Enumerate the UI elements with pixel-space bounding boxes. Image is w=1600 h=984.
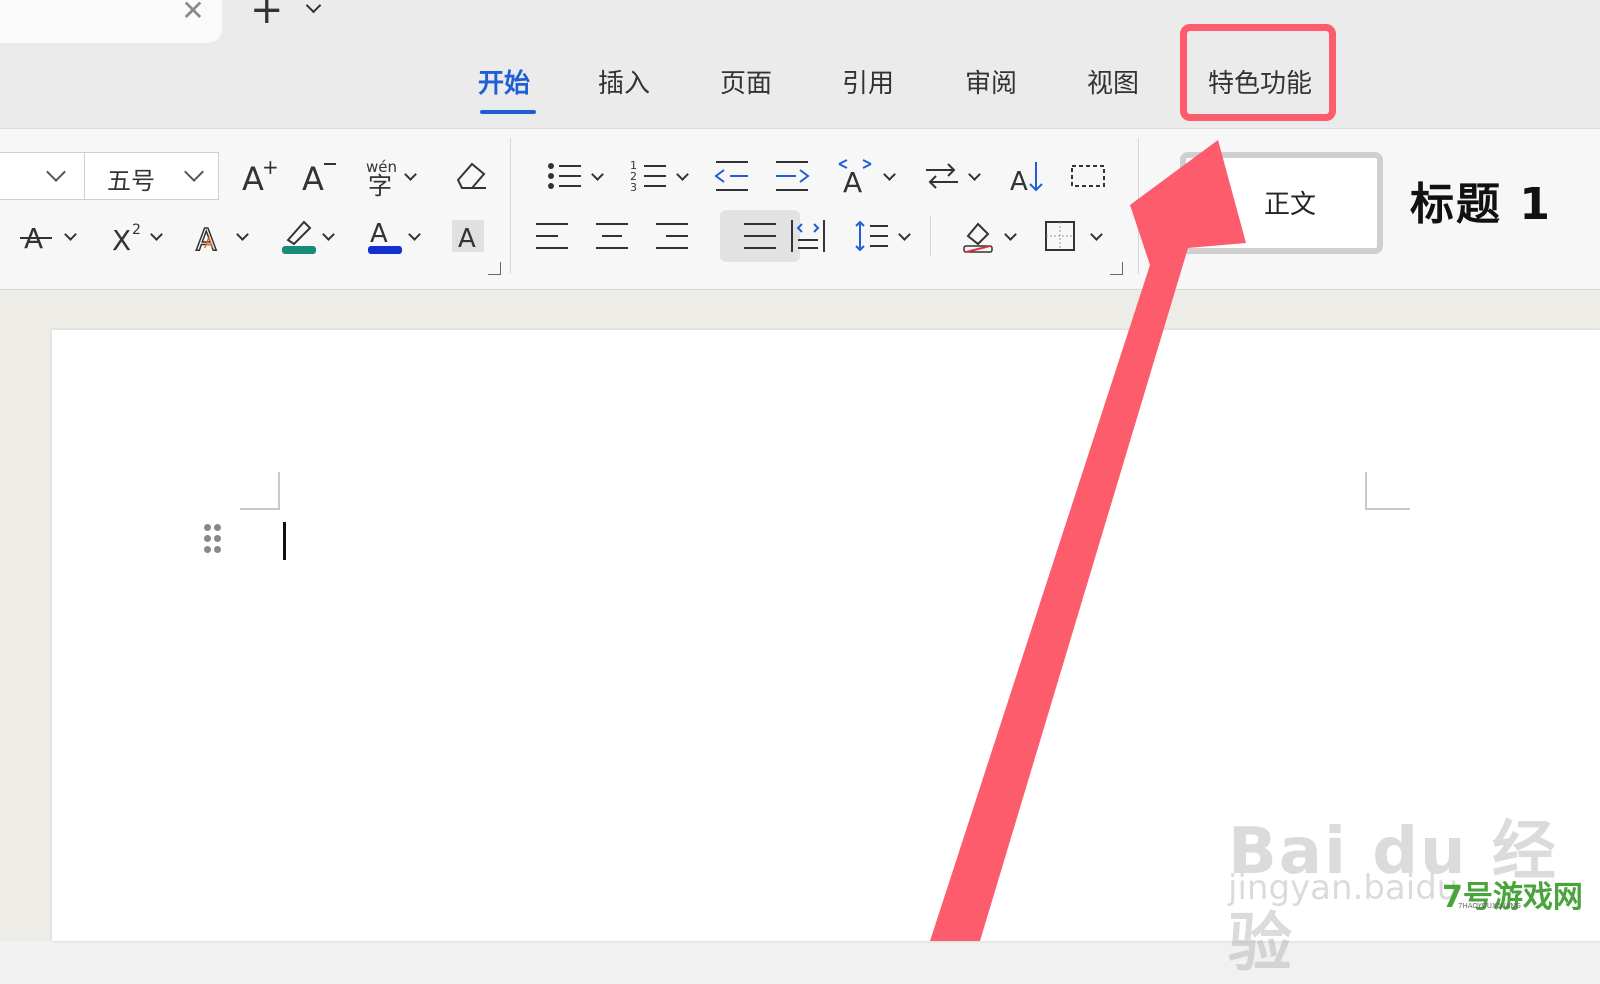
- ltr-rtl-icon[interactable]: [912, 148, 981, 204]
- paragraph-shading-icon[interactable]: [948, 208, 1017, 264]
- active-tab-indicator: [480, 110, 536, 114]
- highlighter-icon[interactable]: [268, 208, 335, 264]
- menu-bar: [0, 48, 1600, 128]
- align-left-icon[interactable]: [522, 208, 582, 264]
- watermark-game-subtext: 7HAOYOUXIWANG: [1458, 902, 1521, 910]
- crop-mark: [278, 472, 280, 510]
- svg-text:A: A: [242, 160, 264, 198]
- svg-text:3: 3: [630, 181, 637, 194]
- decrease-font-size-icon[interactable]: A: [290, 148, 350, 204]
- tab-page[interactable]: 页面: [720, 64, 772, 104]
- svg-text:A: A: [302, 160, 324, 198]
- numbered-list-icon[interactable]: 123: [620, 148, 689, 204]
- tab-home[interactable]: 开始: [478, 64, 530, 104]
- tab-references[interactable]: 引用: [842, 64, 894, 104]
- ribbon-separator: [930, 216, 931, 256]
- text-effect-icon[interactable]: AA: [182, 208, 249, 264]
- svg-text:A: A: [458, 224, 476, 254]
- chevron-down-icon: [46, 162, 66, 182]
- align-center-icon[interactable]: [582, 208, 642, 264]
- svg-text:A: A: [370, 219, 388, 249]
- align-right-icon[interactable]: [642, 208, 702, 264]
- font-dialog-launcher-icon[interactable]: [488, 262, 501, 275]
- text-direction-icon[interactable]: A: [825, 148, 896, 204]
- tab-insert[interactable]: 插入: [598, 64, 650, 104]
- style-normal[interactable]: 正文: [1180, 152, 1383, 254]
- crop-mark: [1365, 508, 1410, 510]
- increase-indent-icon[interactable]: [762, 148, 822, 204]
- crop-mark: [1365, 472, 1367, 510]
- show-hide-marks-icon[interactable]: [1058, 148, 1118, 204]
- crop-mark: [240, 508, 280, 510]
- svg-text:A: A: [843, 166, 862, 199]
- new-tab-chevron-down-icon[interactable]: [305, 0, 324, 18]
- decrease-indent-icon[interactable]: [702, 148, 762, 204]
- svg-text:A: A: [204, 236, 214, 252]
- font-size-value: 五号: [107, 167, 155, 195]
- chevron-down-icon: [184, 162, 204, 182]
- svg-text:字: 字: [368, 172, 392, 200]
- superscript-icon[interactable]: X2: [98, 208, 163, 264]
- style-normal-label: 正文: [1264, 190, 1317, 220]
- new-tab-button[interactable]: +: [250, 0, 284, 30]
- sort-icon[interactable]: A: [998, 148, 1058, 204]
- title-bar: [0, 0, 1600, 48]
- svg-text:X: X: [112, 224, 131, 257]
- tab-review[interactable]: 审阅: [965, 64, 1017, 104]
- svg-text:A: A: [1010, 167, 1028, 197]
- ribbon-separator: [510, 138, 511, 274]
- drag-handle-icon[interactable]: [202, 522, 224, 556]
- strikethrough-icon[interactable]: A: [8, 208, 77, 264]
- tab-view[interactable]: 视图: [1087, 64, 1139, 104]
- increase-font-size-icon[interactable]: A +: [230, 148, 290, 204]
- svg-text:2: 2: [132, 222, 141, 238]
- phonetic-guide-icon[interactable]: wén 字: [356, 148, 417, 204]
- watermark-url: jingyan.baidu: [1228, 868, 1459, 908]
- font-color-icon[interactable]: A: [354, 208, 421, 264]
- line-spacing-icon[interactable]: [842, 208, 911, 264]
- close-tab-icon[interactable]: ✕: [180, 0, 206, 25]
- character-shading-icon[interactable]: A: [438, 208, 498, 264]
- svg-text:+: +: [262, 155, 279, 179]
- distributed-align-icon[interactable]: [778, 208, 838, 264]
- clear-format-eraser-icon[interactable]: [440, 148, 500, 204]
- style-heading1[interactable]: 标题 1: [1410, 168, 1552, 232]
- borders-icon[interactable]: [1030, 208, 1103, 264]
- paragraph-dialog-launcher-icon[interactable]: [1110, 262, 1123, 275]
- font-size-combo[interactable]: 五号: [84, 152, 219, 200]
- text-caret: [283, 522, 286, 560]
- highlight-box: [1180, 24, 1336, 121]
- ribbon-separator: [1138, 138, 1139, 274]
- bullet-list-icon[interactable]: [535, 148, 604, 204]
- font-name-combo[interactable]: [0, 152, 85, 200]
